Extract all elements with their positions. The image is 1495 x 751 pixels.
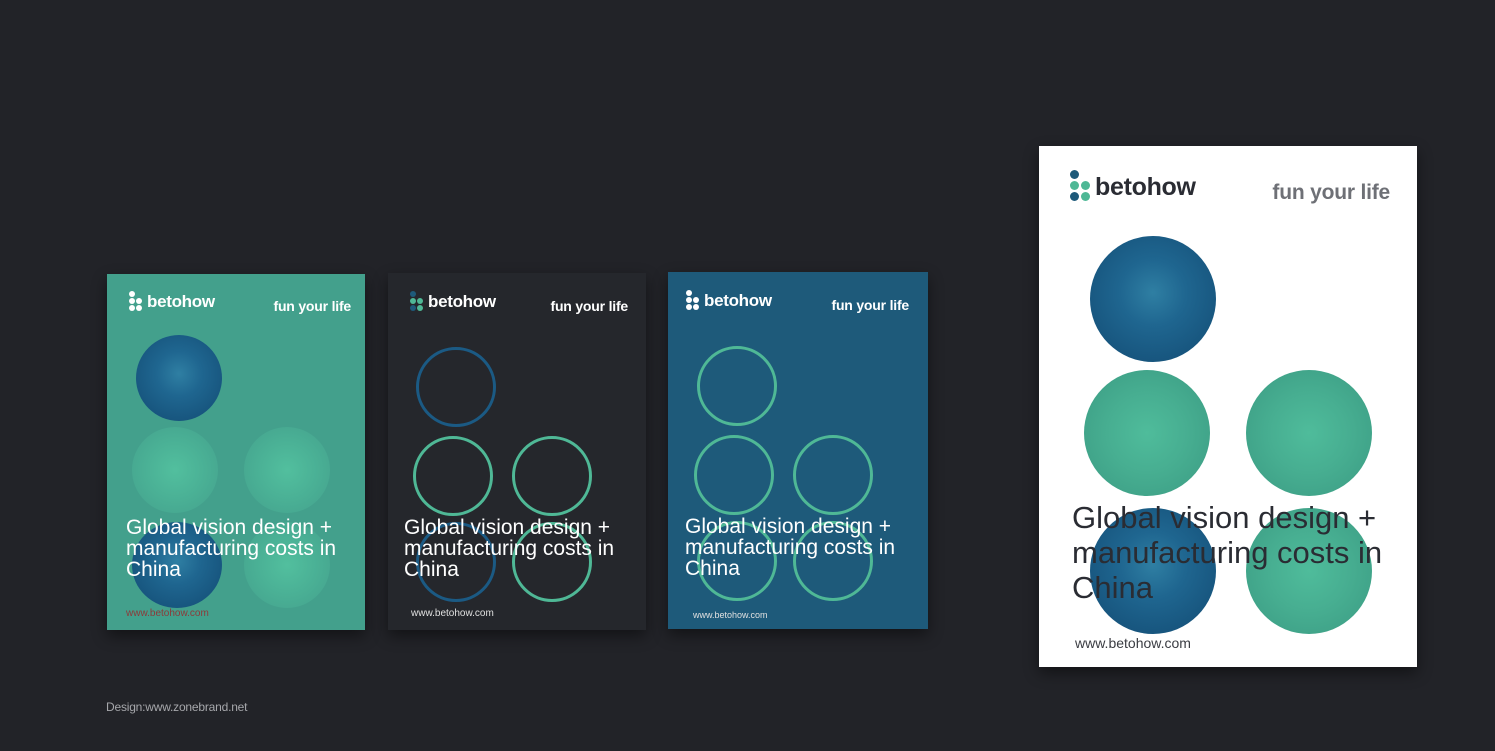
brand-name: betohow — [1095, 172, 1196, 201]
poster-teal: betohow fun your life Global vision desi… — [107, 274, 365, 630]
brand-tagline: fun your life — [550, 298, 628, 314]
teal-ring — [697, 346, 777, 426]
website-url: www.betohow.com — [693, 610, 768, 620]
headline-line: manufacturing costs in — [1072, 535, 1383, 571]
headline: Global vision design + manufacturing cos… — [126, 517, 336, 580]
headline-line: China — [1072, 570, 1153, 606]
blue-ring — [416, 347, 496, 427]
brand-tagline: fun your life — [1272, 181, 1390, 204]
poster-dark: betohow fun your life Global vision desi… — [388, 273, 646, 630]
teal-ring — [694, 435, 774, 515]
headline-line: Global vision design + — [126, 516, 333, 539]
brand-logo: betohow — [686, 290, 772, 312]
teal-sphere — [1084, 370, 1210, 496]
teal-sphere — [132, 427, 218, 513]
blue-sphere — [1090, 236, 1216, 362]
headline-line: Global vision design + — [404, 516, 611, 539]
brand-name: betohow — [428, 292, 496, 311]
teal-ring — [413, 436, 493, 516]
headline: Global vision design + manufacturing cos… — [685, 516, 895, 579]
headline: Global vision design + manufacturing cos… — [1072, 500, 1382, 605]
teal-sphere — [244, 427, 330, 513]
design-credit: Design:www.zonebrand.net — [106, 700, 248, 714]
poster-white: betohow fun your life Global vision desi… — [1039, 146, 1417, 667]
headline-line: Global vision design + — [1072, 500, 1377, 535]
teal-sphere — [1246, 370, 1372, 496]
headline-line: manufacturing costs in — [126, 537, 337, 560]
teal-ring — [512, 436, 592, 516]
logo-dots-icon — [1070, 170, 1092, 204]
headline-line: China — [404, 558, 459, 581]
brand-name: betohow — [147, 292, 215, 311]
brand-logo: betohow — [129, 291, 215, 313]
website-url: www.betohow.com — [1075, 635, 1191, 651]
brand-logo: betohow — [1070, 170, 1196, 204]
headline-line: Global vision design + — [685, 515, 892, 538]
brand-name: betohow — [704, 291, 772, 310]
logo-dots-icon — [410, 291, 426, 313]
headline-line: manufacturing costs in — [685, 536, 896, 559]
headline-line: China — [685, 557, 740, 580]
blue-sphere — [136, 335, 222, 421]
logo-dots-icon — [686, 290, 702, 312]
website-url: www.betohow.com — [126, 608, 209, 619]
teal-ring — [793, 435, 873, 515]
headline-line: manufacturing costs in — [404, 537, 615, 560]
logo-dots-icon — [129, 291, 145, 313]
brand-tagline: fun your life — [273, 298, 351, 314]
brand-logo: betohow — [410, 291, 496, 313]
brand-tagline: fun your life — [831, 297, 909, 313]
headline: Global vision design + manufacturing cos… — [404, 517, 614, 580]
headline-line: China — [126, 558, 181, 581]
poster-navy: betohow fun your life Global vision desi… — [668, 272, 928, 629]
website-url: www.betohow.com — [411, 608, 494, 619]
